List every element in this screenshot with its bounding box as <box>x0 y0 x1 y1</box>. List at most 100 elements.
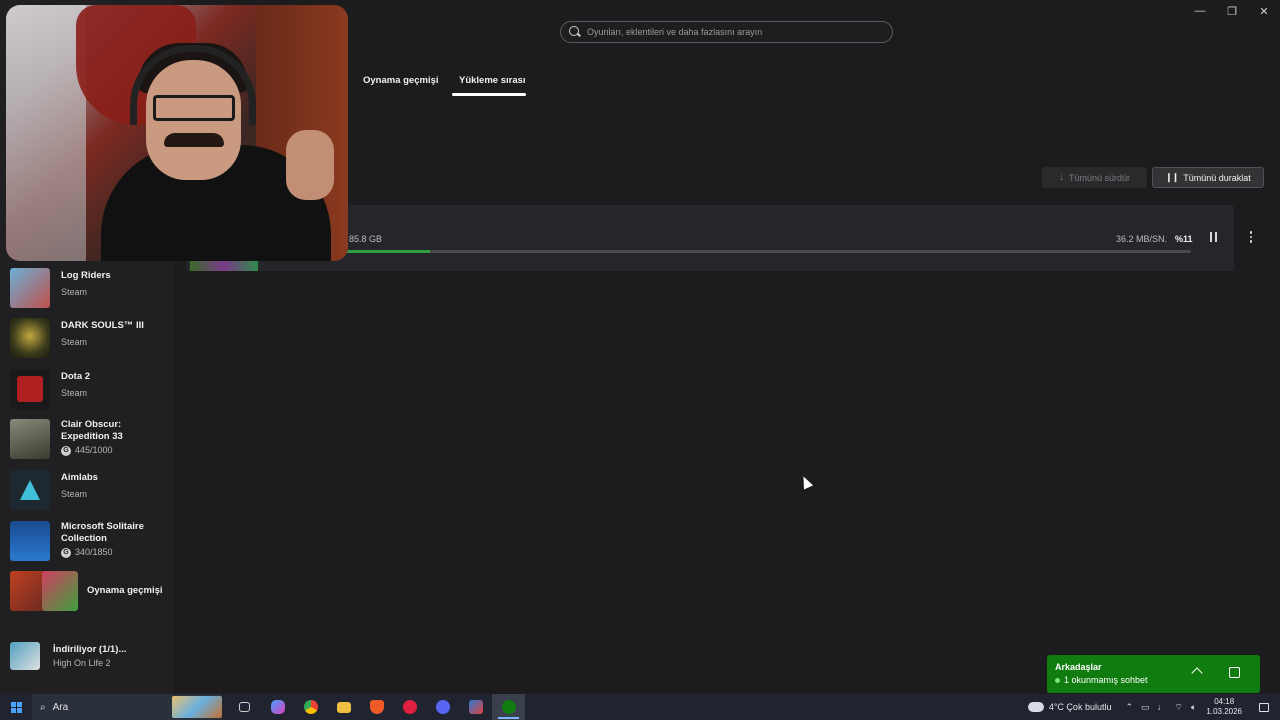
chat-app-icon <box>435 700 450 714</box>
taskbar-store[interactable] <box>459 694 492 720</box>
mouse-cursor <box>798 474 814 490</box>
dark-souls-icon <box>10 318 50 358</box>
taskbar-chrome[interactable] <box>294 694 327 720</box>
history-thumb-1 <box>10 571 46 611</box>
pause-all-label: Tümünü duraklat <box>1183 172 1251 183</box>
more-options-icon[interactable] <box>1248 231 1254 245</box>
history-thumb-2 <box>42 571 78 611</box>
search-box[interactable] <box>560 21 893 43</box>
sidebar-item-log-riders[interactable]: Log Riders Steam <box>10 268 111 308</box>
friends-status: 1 okunmamış sohbet <box>1055 675 1148 685</box>
downloading-title: İndiriliyor (1/1)... <box>53 643 127 655</box>
start-button[interactable] <box>0 694 32 720</box>
gamerscore-value: 445/1000 <box>75 445 113 455</box>
sidebar-item-aimlabs[interactable]: Aimlabs Steam <box>10 470 98 510</box>
online-dot-icon <box>1055 677 1060 683</box>
taskbar-discord[interactable] <box>426 694 459 720</box>
tab-install-queue[interactable]: Yükleme sırası <box>459 75 526 86</box>
clair-obscur-icon <box>10 419 50 459</box>
restore-button[interactable]: ❐ <box>1216 0 1248 22</box>
download-percent: %11 <box>1175 234 1193 244</box>
taskbar-xbox[interactable] <box>492 694 525 720</box>
sidebar-downloading[interactable]: İndiriliyor (1/1)... High On Life 2 <box>10 642 126 670</box>
folder-icon <box>336 701 351 713</box>
friends-panel[interactable]: Arkadaşlar 1 okunmamış sohbet <box>1047 655 1260 693</box>
taskbar-copilot[interactable] <box>261 694 294 720</box>
search-icon: ⌕ <box>40 701 46 713</box>
search-icon <box>569 26 581 38</box>
download-progress-bar <box>336 250 1191 253</box>
media-player-icon <box>402 700 417 714</box>
notification-icon <box>1259 702 1269 712</box>
sidebar-item-title: Aimlabs <box>61 472 98 483</box>
solitaire-icon <box>10 521 50 561</box>
taskbar-explorer[interactable] <box>327 694 360 720</box>
download-arrow-icon: ↓ <box>1058 172 1064 183</box>
pause-icon: ❙❙ <box>1165 172 1179 182</box>
task-view-icon <box>239 702 250 712</box>
unread-chat-label: 1 okunmamış sohbet <box>1064 675 1148 685</box>
sidebar-item-title: Dota 2 <box>61 371 91 382</box>
history-thumbnails <box>10 571 78 611</box>
dota2-icon <box>10 369 50 409</box>
sidebar-item-dark-souls[interactable]: DARK SOULS™ III Steam <box>10 318 144 358</box>
sidebar-item-achievements: G 445/1000 <box>61 445 171 456</box>
xbox-app-window: Log Riders Steam DARK SOULS™ III Steam D… <box>0 0 1280 694</box>
sidebar-item-title: Microsoft Solitaire Collection <box>61 521 144 544</box>
taskbar-brave[interactable] <box>360 694 393 720</box>
chrome-icon <box>303 700 318 714</box>
sidebar-item-dota-2[interactable]: Dota 2 Steam <box>10 369 90 409</box>
taskbar-apps <box>228 694 525 720</box>
minimize-button[interactable]: — <box>1184 0 1216 22</box>
sidebar-item-platform: Steam <box>61 287 88 297</box>
taskbar: ⌕ Ara 4°C Çok bulutlu ⌃ ▭ ♩ ⌔ 🔈︎ 04:18 1… <box>0 694 1280 720</box>
sidebar-item-platform: Steam <box>61 337 88 347</box>
sidebar-item-title: DARK SOULS™ III <box>61 320 144 331</box>
tray-icons: ⌃ ▭ ♩ ⌔ 🔈︎ <box>1125 702 1196 713</box>
notification-button[interactable] <box>1254 702 1274 712</box>
pause-all-button[interactable]: ❙❙ Tümünü duraklat <box>1152 167 1264 188</box>
sidebar-play-history[interactable]: Oynama geçmişi <box>10 571 163 611</box>
cloud-icon <box>1024 699 1044 712</box>
active-tab-indicator <box>452 93 526 96</box>
gamerscore-icon: G <box>61 445 71 456</box>
microphone-icon[interactable]: ♩ <box>1158 702 1167 713</box>
download-speed: 36.2 MB/SN. <box>1116 234 1168 244</box>
xbox-icon <box>501 700 516 714</box>
network-icon[interactable]: ▭ <box>1141 702 1150 713</box>
wifi-icon[interactable]: ⌔ <box>1175 702 1183 713</box>
sidebar-item-platform: Steam <box>61 489 88 499</box>
windows-icon <box>10 701 22 713</box>
download-size: / 85.8 GB <box>344 234 383 244</box>
tab-play-history[interactable]: Oynama geçmişi <box>363 75 439 86</box>
volume-icon[interactable]: 🔈︎ <box>1191 702 1196 713</box>
resume-all-label: Tümünü sürdür <box>1068 172 1131 183</box>
taskbar-search-label: Ara <box>52 701 69 713</box>
chevron-up-icon[interactable] <box>1191 667 1203 679</box>
pause-download-icon[interactable] <box>1206 232 1220 244</box>
log-riders-icon <box>10 268 50 308</box>
download-progress-fill <box>336 250 431 253</box>
chevron-up-icon[interactable]: ⌃ <box>1125 702 1133 713</box>
window-controls: — ❐ ✕ <box>1184 0 1280 22</box>
close-button[interactable]: ✕ <box>1248 0 1280 22</box>
search-input[interactable] <box>587 27 877 37</box>
sidebar-item-title: Clair Obscur: Expedition 33 <box>61 419 123 442</box>
play-history-label: Oynama geçmişi <box>87 585 163 596</box>
copilot-icon <box>270 700 285 714</box>
clock[interactable]: 04:18 1.03.2026 <box>1206 697 1242 717</box>
resume-all-button[interactable]: ↓ Tümünü sürdür <box>1042 167 1147 188</box>
high-on-life-icon <box>10 642 40 670</box>
gamerscore-value: 340/1850 <box>75 547 113 557</box>
sidebar-item-title: Log Riders <box>61 270 111 281</box>
taskbar-search[interactable]: ⌕ Ara <box>32 694 222 720</box>
sidebar-item-clair-obscur[interactable]: Clair Obscur: Expedition 33 G 445/1000 <box>10 419 171 459</box>
taskbar-media[interactable] <box>393 694 426 720</box>
popout-icon[interactable] <box>1229 667 1240 678</box>
sidebar-item-solitaire[interactable]: Microsoft Solitaire Collection G 340/185… <box>10 521 161 561</box>
task-view-button[interactable] <box>228 694 261 720</box>
sidebar-item-platform: Steam <box>61 388 88 398</box>
search-highlight-image <box>172 696 222 718</box>
weather-widget[interactable]: 4°C Çok bulutlu <box>1024 699 1112 712</box>
weather-text: 4°C Çok bulutlu <box>1048 702 1112 712</box>
